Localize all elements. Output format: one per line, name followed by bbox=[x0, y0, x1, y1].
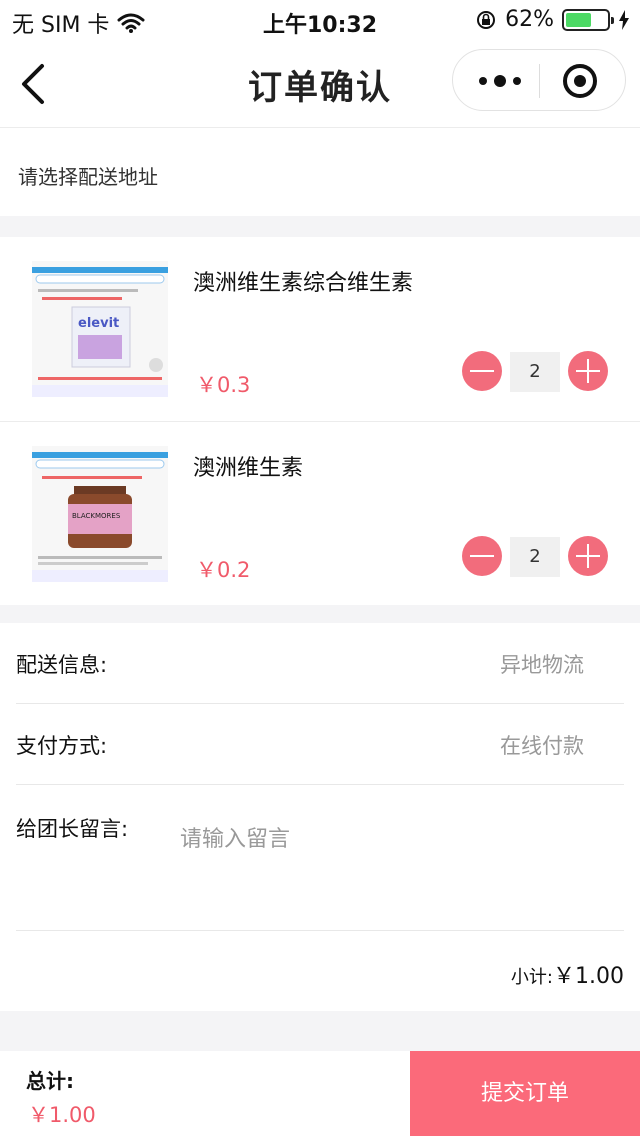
delivery-info-row[interactable]: 配送信息: 异地物流 bbox=[16, 623, 624, 704]
delivery-info-value: 异地物流 bbox=[500, 653, 584, 677]
payment-method-row[interactable]: 支付方式: 在线付款 bbox=[16, 704, 624, 785]
decrease-quantity-button[interactable] bbox=[462, 536, 502, 576]
checkout-footer: 总计: ￥1.00 提交订单 bbox=[0, 1051, 640, 1136]
memo-label: 给团长留言: bbox=[16, 817, 129, 841]
increase-quantity-button[interactable] bbox=[568, 351, 608, 391]
delivery-info-label: 配送信息: bbox=[16, 653, 108, 677]
quantity-input[interactable] bbox=[510, 537, 560, 577]
address-prompt: 请选择配送地址 bbox=[18, 165, 158, 189]
quantity-stepper bbox=[462, 351, 608, 395]
mini-program-capsule bbox=[452, 49, 626, 111]
payment-method-label: 支付方式: bbox=[16, 734, 108, 758]
orientation-lock-icon bbox=[477, 10, 496, 29]
charging-icon bbox=[619, 9, 629, 30]
address-selector[interactable]: 请选择配送地址 bbox=[0, 128, 640, 216]
quantity-input[interactable] bbox=[510, 352, 560, 392]
battery-percent: 62% bbox=[505, 7, 554, 32]
battery-fill bbox=[566, 12, 591, 27]
more-dots-icon[interactable] bbox=[475, 66, 525, 96]
quantity-stepper bbox=[462, 536, 608, 580]
total-label: 总计: bbox=[26, 1069, 74, 1093]
product-item: elevit 澳洲维生素综合维生素 ￥0.3 bbox=[0, 237, 640, 421]
close-circle-icon[interactable] bbox=[561, 62, 599, 100]
product-name[interactable]: 澳洲维生素综合维生素 bbox=[193, 265, 413, 297]
battery-icon bbox=[562, 8, 614, 31]
product-name[interactable]: 澳洲维生素 bbox=[193, 450, 303, 482]
product-list: elevit 澳洲维生素综合维生素 ￥0.3 2 BLACKMORES 澳洲维生… bbox=[0, 237, 640, 605]
product-thumbnail[interactable]: BLACKMORES bbox=[32, 446, 168, 582]
increase-quantity-button[interactable] bbox=[568, 536, 608, 576]
product-price: ￥0.3 bbox=[196, 373, 251, 397]
submit-order-button[interactable]: 提交订单 bbox=[410, 1051, 640, 1136]
subtotal: 小计:￥1.00 bbox=[511, 958, 624, 990]
product-thumb-brand: elevit bbox=[78, 316, 119, 331]
product-image-elevit: elevit bbox=[32, 261, 168, 397]
product-image-blackmores: BLACKMORES bbox=[32, 446, 168, 582]
capsule-divider bbox=[539, 64, 540, 98]
product-thumbnail[interactable]: elevit bbox=[32, 261, 168, 397]
order-info-section: 配送信息: 异地物流 支付方式: 在线付款 给团长留言: 小计:￥1.00 bbox=[0, 623, 640, 1011]
total-value: ￥1.00 bbox=[28, 1103, 96, 1127]
product-price: ￥0.2 bbox=[196, 558, 251, 582]
product-item: BLACKMORES 澳洲维生素 ￥0.2 bbox=[0, 421, 640, 605]
payment-method-value: 在线付款 bbox=[500, 734, 584, 758]
nav-bar: 订单确认 bbox=[0, 40, 640, 128]
decrease-quantity-button[interactable] bbox=[462, 351, 502, 391]
product-thumb-brand: BLACKMORES bbox=[72, 512, 121, 520]
status-right: 62% bbox=[475, 7, 630, 32]
memo-input[interactable] bbox=[170, 815, 590, 925]
subtotal-label: 小计: bbox=[510, 967, 553, 988]
status-bar: 无 SIM 卡 上午10:32 62% bbox=[0, 0, 640, 40]
subtotal-value: ￥1.00 bbox=[553, 964, 624, 989]
divider bbox=[16, 930, 624, 931]
